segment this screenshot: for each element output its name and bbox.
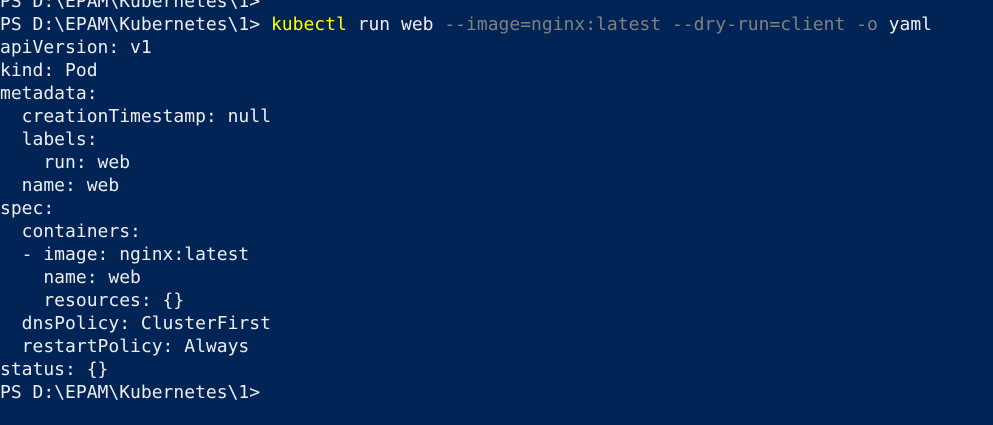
output-line: apiVersion: v1 (0, 37, 152, 58)
output-line: resources: {} (0, 290, 185, 311)
output-line: run: web (0, 152, 131, 173)
output-line: status: {} (0, 359, 109, 380)
prompt-line: PS D:\EPAM\Kubernetes\1> (0, 0, 261, 12)
powershell-terminal[interactable]: PS D:\EPAM\Kubernetes\1> PS D:\EPAM\Kube… (0, 0, 993, 425)
output-line: creationTimestamp: null (0, 106, 271, 127)
output-line: kind: Pod (0, 60, 98, 81)
command-line: PS D:\EPAM\Kubernetes\1> kubectl run web… (0, 13, 932, 36)
command-flags: --image=nginx:latest --dry-run=client -o (444, 14, 878, 35)
command-args: run web (346, 14, 445, 35)
output-line: containers: (0, 221, 141, 242)
output-line: metadata: (0, 83, 98, 104)
command-name: kubectl (270, 14, 347, 35)
output-line: spec: (0, 198, 55, 219)
output-line: labels: (0, 129, 98, 150)
terminal-output: PS D:\EPAM\Kubernetes\1> PS D:\EPAM\Kube… (0, 0, 932, 404)
output-line: name: web (0, 175, 120, 196)
command-output-format: yaml (877, 14, 933, 35)
prompt: PS D:\EPAM\Kubernetes\1> (0, 14, 271, 35)
output-line: dnsPolicy: ClusterFirst (0, 313, 271, 334)
output-line: name: web (0, 267, 141, 288)
prompt-line: PS D:\EPAM\Kubernetes\1> (0, 382, 261, 403)
output-line: restartPolicy: Always (0, 336, 250, 357)
output-line: - image: nginx:latest (0, 244, 250, 265)
